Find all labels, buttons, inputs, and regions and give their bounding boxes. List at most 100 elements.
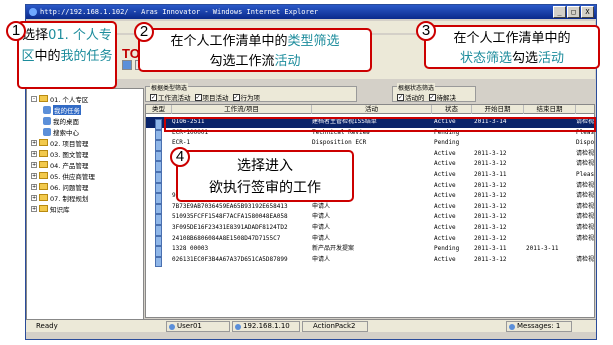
callout-4-line2: 欲执行签审的工作: [209, 180, 321, 196]
cell-extra: 请检视: [576, 224, 595, 231]
tree-item-label: 我的任务: [53, 104, 81, 115]
cell-workflow: 7B73E9AB7036459EA65B93192E658413: [172, 202, 288, 210]
cell-end: [526, 149, 576, 160]
selected-row-highlight: [164, 117, 596, 132]
expand-icon[interactable]: +: [31, 183, 37, 190]
checkbox-icon: ✓: [428, 93, 436, 101]
cell-workflow: ECR-1: [172, 139, 191, 147]
cell-end: [526, 191, 576, 202]
checkbox-icon: ✓: [194, 93, 202, 101]
tree-item[interactable]: +06. 问题管理: [31, 181, 88, 192]
state-filter-checkbox-1[interactable]: ✓ 待解决: [428, 92, 457, 102]
cell-status: Active: [434, 192, 456, 200]
col-header-status[interactable]: 状态: [432, 105, 472, 114]
workflow-icon: [155, 256, 162, 268]
col-header-type[interactable]: 类型: [146, 105, 172, 114]
cell-end: [526, 255, 576, 266]
callout-step-2: 在个人工作清单中的类型筛选 勾选工作流活动: [138, 28, 372, 72]
cell-activity: 申请人: [312, 255, 331, 263]
cell-end: [526, 138, 576, 149]
user-icon: [169, 324, 175, 330]
collapse-icon[interactable]: -: [31, 95, 37, 102]
type-filter-checkbox-1[interactable]: ✓ 项目活动: [194, 92, 229, 102]
cell-status: Active: [434, 149, 456, 157]
expand-icon[interactable]: +: [31, 172, 37, 179]
state-filter-checkbox-label: 待解决: [436, 94, 457, 102]
table-row[interactable]: 026131EC0F3B4A67A37D651CA5D87899 申请人 Activ…: [146, 255, 595, 268]
close-button[interactable]: X: [581, 6, 594, 18]
cell-end: [526, 170, 576, 181]
tree-item[interactable]: +04. 产品管理: [31, 159, 88, 170]
table-row[interactable]: 1328 00003 新产品开发提案 Pending 2011-3-11 2011-3-…: [146, 244, 594, 257]
tree-item-label: 02. 项目管理: [50, 139, 89, 148]
table-row[interactable]: 3F095DE16F23431E8391ADADF8124TD2 申请人 Activ…: [146, 223, 595, 236]
callout-2-text-mid: 勾选工作流: [209, 54, 275, 69]
cell-workflow: 026131EC0F3B4A67A37D651CA5D87899: [172, 255, 288, 263]
tree-item[interactable]: + 知识库: [31, 203, 70, 214]
tree-item[interactable]: +03. 图文管理: [31, 148, 88, 159]
cell-extra: Please: [576, 171, 595, 178]
table-row[interactable]: 24108B6806084A8E1508D47D7155C7 申请人 Active 2…: [146, 234, 594, 247]
maximize-button[interactable]: □: [567, 6, 580, 18]
cell-extra: 请检视: [576, 192, 595, 200]
expand-icon[interactable]: +: [31, 205, 37, 212]
cell-extra: 请检视: [576, 181, 595, 189]
table-row[interactable]: 7B73E9AB7036459EA65B93192E658413 申请人 Activ…: [146, 202, 594, 215]
callout-step-3: 在个人工作清单中的 状态筛选勾选活动: [424, 25, 600, 69]
cell-extra: 请检视: [576, 255, 595, 263]
checkbox-icon: ✓: [150, 93, 157, 101]
cell-workflow: 1328 00003: [172, 245, 209, 253]
cell-start: 2011-3-12: [474, 181, 507, 189]
cell-start: 2011-3-12: [474, 213, 507, 221]
cell-start: 2011-3-12: [474, 192, 507, 200]
cell-activity: 申请人: [312, 202, 331, 210]
new-item-icon[interactable]: [122, 60, 132, 70]
cell-status: Active: [434, 234, 456, 242]
callout-3-highlight: 状态筛选: [459, 51, 512, 66]
col-header-workflow[interactable]: 工作流/项目: [172, 105, 312, 114]
tree-item-label: 我的桌面: [53, 117, 79, 126]
tree-item[interactable]: 搜索中心: [43, 126, 79, 137]
col-header-start[interactable]: 开始日期: [472, 105, 524, 114]
type-filter-checkbox-label: 项目活动: [202, 94, 229, 102]
page-icon: [43, 105, 51, 114]
cell-extra: 请检视: [576, 149, 595, 157]
cell-extra: [576, 244, 594, 255]
expand-icon[interactable]: +: [31, 161, 37, 168]
tree-item[interactable]: +02. 项目管理: [31, 137, 88, 148]
state-filter-checkbox-0[interactable]: ✓ 活动的: [397, 92, 425, 102]
network-icon: [235, 324, 241, 330]
tree-item[interactable]: - 01. 个人专区: [31, 93, 88, 104]
status-ip: 192.168.1.10: [232, 321, 300, 332]
folder-icon: [39, 172, 48, 179]
expand-icon[interactable]: +: [31, 139, 37, 146]
step-4-badge: 4: [170, 147, 190, 167]
window-title: http://192.168.1.102/ - Aras Innovator -…: [40, 8, 319, 16]
table-row[interactable]: ECR-1 Disposition ECR Pending Dispos: [146, 138, 594, 151]
cell-workflow: 3F095DE16F23431E8391ADADF8124TD2: [172, 224, 288, 231]
callout-2-highlight-2: 活动: [274, 54, 301, 69]
type-filter-checkbox-label: 行为项: [240, 94, 261, 102]
folder-icon: [39, 139, 48, 146]
col-header-activity[interactable]: 活动: [312, 105, 432, 114]
cell-start: 2011-3-12: [474, 149, 507, 157]
step-1-badge: 1: [6, 21, 26, 41]
step-3-badge: 3: [416, 21, 436, 41]
tree-item-label: 06. 问题管理: [50, 183, 89, 192]
col-header-end[interactable]: 结束日期: [524, 105, 576, 114]
status-messages[interactable]: Messages: 1: [506, 321, 572, 332]
type-filter-checkbox-0[interactable]: ✓ 工作流活动: [150, 92, 191, 102]
expand-icon[interactable]: +: [31, 150, 37, 157]
type-filter-checkbox-2[interactable]: ✓ 行为项: [232, 92, 261, 102]
tree-item[interactable]: 我的桌面: [43, 115, 79, 126]
tree-item[interactable]: +07. 制程规划: [31, 192, 88, 203]
minimize-button[interactable]: _: [553, 6, 566, 18]
tree-item[interactable]: 我的任务: [43, 104, 81, 115]
cell-start: 2011-3-11: [474, 171, 507, 178]
cell-status: Active: [434, 181, 456, 189]
callout-3-highlight-2: 活动: [538, 51, 565, 66]
table-row[interactable]: 510935FCFF1548F7ACFA1580048EA058 申请人 Activ…: [146, 212, 594, 225]
cell-status: Pending: [434, 245, 460, 253]
tree-item[interactable]: +05. 供应商管理: [31, 170, 95, 181]
expand-icon[interactable]: +: [31, 194, 37, 201]
